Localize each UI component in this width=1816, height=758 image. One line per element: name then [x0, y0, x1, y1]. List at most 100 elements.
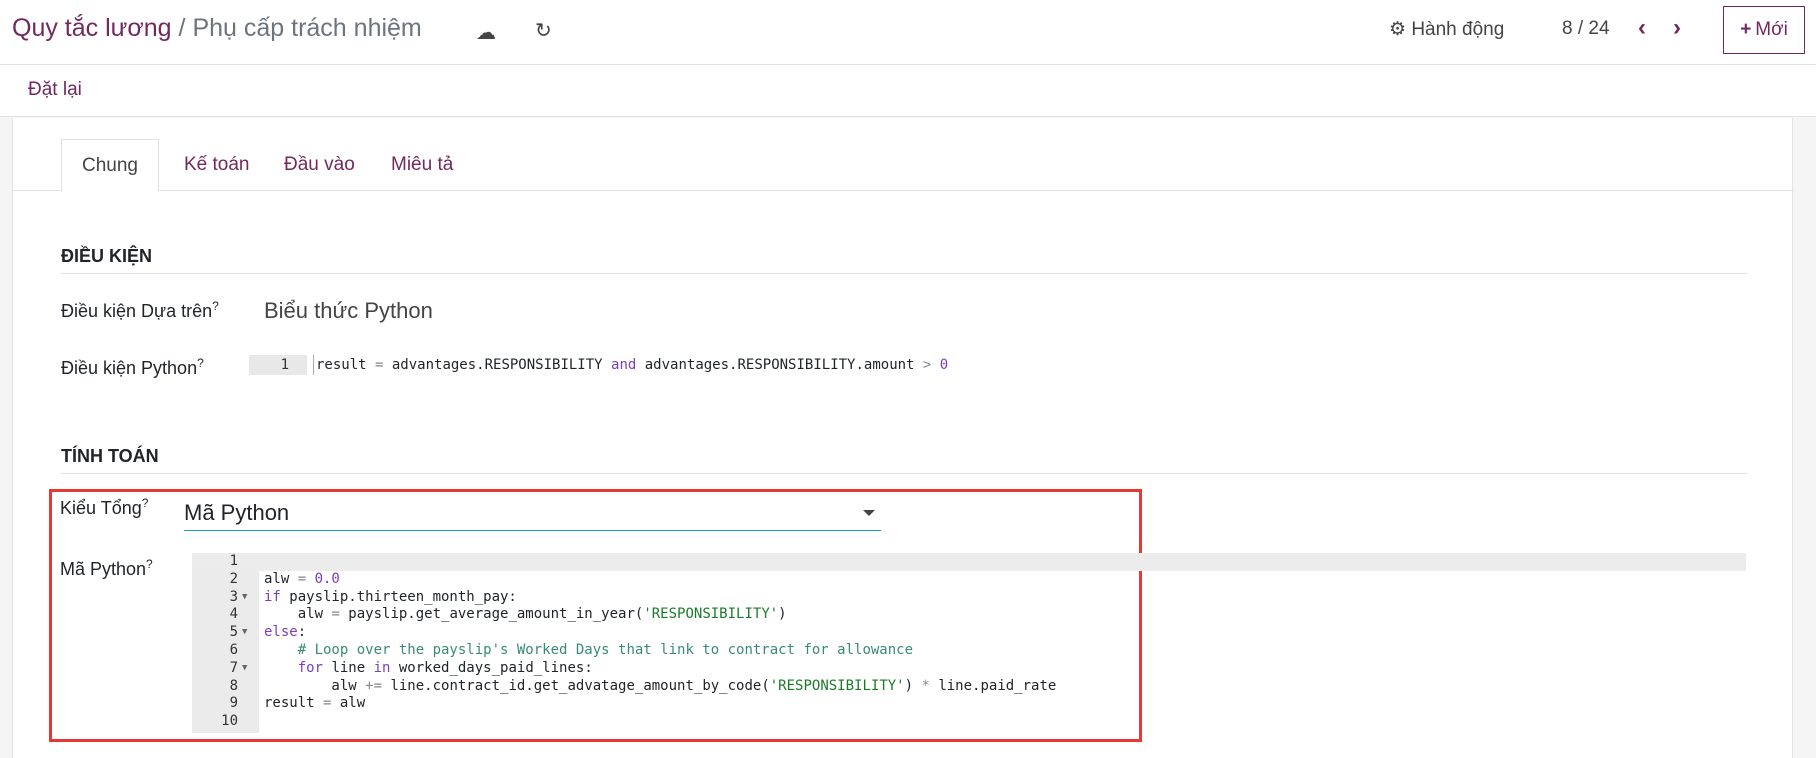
notebook-tabs: Chung Kế toán Đầu vào Miêu tả [13, 139, 1794, 192]
code-token: worked_days_paid_lines: [390, 659, 593, 676]
compute-section-title: TÍNH TOÁN [61, 446, 1747, 474]
code-token: advantages.RESPONSIBILITY [391, 357, 612, 373]
gear-icon: ⚙ [1389, 19, 1407, 40]
reset-button[interactable]: Đặt lại [28, 79, 82, 101]
new-label: Mới [1755, 19, 1788, 40]
code-line: 5 ▼ else: [192, 624, 1746, 642]
code-text: result = alw [264, 695, 365, 713]
caret-down-icon [863, 510, 875, 516]
amount-type-value: Mã Python [184, 500, 290, 525]
code-token: # Loop over the payslip's Worked Days th… [297, 642, 914, 658]
fold-arrow-icon[interactable]: ▼ [242, 589, 247, 607]
condition-based-on-value[interactable]: Biểu thức Python [264, 298, 433, 324]
python-code-label: Mã Python? [60, 557, 153, 579]
line-number: 8 [229, 677, 238, 694]
code-text: # Loop over the payslip's Worked Days th… [264, 642, 913, 660]
line-number: 6 [229, 642, 238, 658]
code-line: 2 alw = 0.0 [192, 571, 1746, 589]
tab-chung[interactable]: Chung [61, 139, 159, 192]
tab-mieu-ta[interactable]: Miêu tả [371, 139, 473, 192]
condition-section-title: ĐIỀU KIỆN [61, 246, 1747, 274]
line-number: 5 [229, 624, 238, 641]
line-number: 4 [229, 606, 238, 623]
code-token: payslip.get_average_amount_in_year( [348, 606, 644, 623]
code-text: alw = 0.0 [264, 571, 340, 589]
code-token: = [375, 357, 392, 373]
code-text: else: [264, 624, 306, 642]
code-line: 7 ▼ for line in worked_days_paid_lines: [192, 660, 1746, 678]
code-token: for [297, 659, 324, 676]
code-token: alw [264, 677, 366, 694]
actions-label: Hành động [1411, 19, 1505, 40]
code-text: alw = payslip.get_average_amount_in_year… [264, 606, 787, 624]
code-line: 1 [192, 553, 1746, 571]
code-token: += [365, 677, 391, 694]
code-token: alw [339, 695, 366, 712]
line-number: 10 [221, 713, 238, 730]
breadcrumb-separator: / [178, 14, 186, 42]
code-token: ) [778, 606, 787, 623]
condition-code-editor[interactable]: result = advantages.RESPONSIBILITY and a… [313, 355, 948, 375]
chevron-left-icon[interactable]: ‹ [1638, 14, 1646, 42]
code-line: 3 ▼ if payslip.thirteen_month_pay: [192, 589, 1746, 607]
fold-arrow-icon[interactable]: ▼ [242, 624, 247, 642]
amount-type-label: Kiểu Tổng? [60, 496, 149, 518]
code-token: line.contract_id.get_advatage_amount_by_… [390, 677, 770, 694]
code-line: 10 [192, 713, 1746, 731]
code-line: 4 alw = payslip.get_average_amount_in_ye… [192, 606, 1746, 624]
fold-arrow-icon[interactable]: ▼ [242, 660, 247, 678]
tab-ke-toan[interactable]: Kế toán [164, 139, 270, 192]
code-token: 0.0 [314, 570, 340, 587]
record-title: Phụ cấp trách nhiệm [192, 14, 422, 42]
pager-value[interactable]: 8 / 24 [1562, 18, 1610, 40]
code-token: = [323, 695, 340, 712]
line-number: 9 [229, 695, 238, 712]
code-text: for line in worked_days_paid_lines: [264, 660, 593, 678]
amount-type-select[interactable]: Mã Python [184, 494, 881, 531]
line-number: 1 [249, 355, 307, 375]
code-token: payslip.thirteen_month_pay: [280, 588, 517, 605]
tab-dau-vao[interactable]: Đầu vào [264, 139, 375, 192]
code-token: alw [264, 606, 332, 623]
code-text: if payslip.thirteen_month_pay: [264, 589, 517, 607]
condition-based-on-label: Điều kiện Dựa trên? [61, 299, 219, 321]
code-token: in [373, 659, 391, 676]
code-token: line [323, 659, 374, 676]
status-bar: Đặt lại [0, 65, 1816, 117]
code-token: else [264, 624, 298, 641]
code-token: ) [904, 677, 922, 694]
code-line: 8 alw += line.contract_id.get_advatage_a… [192, 678, 1746, 696]
code-text: alw += line.contract_id.get_advatage_amo… [264, 678, 1056, 696]
code-line: 9 result = alw [192, 695, 1746, 713]
python-code-editor[interactable]: 1 2 alw = 0.0 3 ▼ if payslip.thirteen_month_p… [192, 553, 1746, 733]
code-token: alw [264, 570, 298, 587]
code-token: = [297, 570, 315, 587]
control-panel: Quy tắc lương / Phụ cấp trách nhiệm ☁ ↻ … [0, 0, 1816, 65]
line-number: 2 [229, 570, 238, 587]
code-token: > [922, 357, 940, 373]
cloud-upload-icon[interactable]: ☁ [476, 20, 496, 45]
code-token: * [921, 677, 939, 694]
plus-icon: + [1740, 19, 1752, 40]
code-token: result [264, 695, 324, 712]
code-token: advantages.RESPONSIBILITY.amount [636, 357, 923, 373]
line-number: 7 [229, 659, 238, 676]
actions-menu-button[interactable]: ⚙ Hành động [1389, 18, 1504, 41]
breadcrumb-root-link[interactable]: Quy tắc lương [12, 14, 172, 42]
code-token: if [264, 588, 281, 605]
code-token: result [316, 357, 376, 373]
code-token: = [331, 606, 349, 623]
chevron-right-icon[interactable]: › [1673, 14, 1681, 42]
code-token: and [611, 357, 637, 373]
line-number: 1 [229, 553, 238, 569]
line-number: 3 [229, 588, 238, 605]
condition-python-label: Điều kiện Python? [61, 356, 204, 378]
new-button[interactable]: + Mới [1723, 6, 1805, 54]
code-token: 'RESPONSIBILITY' [769, 677, 905, 694]
code-token: 'RESPONSIBILITY' [643, 606, 779, 623]
undo-icon[interactable]: ↻ [535, 18, 552, 43]
code-token: line.paid_rate [938, 677, 1057, 694]
code-token: 0 [939, 357, 949, 373]
